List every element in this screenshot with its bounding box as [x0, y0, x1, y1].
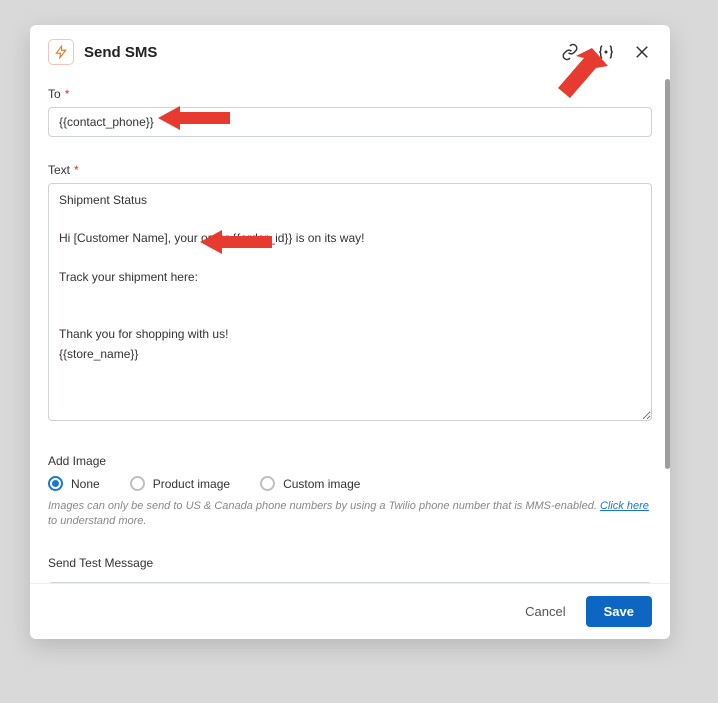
radio-product-image[interactable]: Product image — [130, 476, 230, 491]
required-marker: * — [74, 163, 79, 177]
text-label: Text * — [48, 163, 652, 177]
send-sms-modal: Send SMS To * Text * Add Image — [30, 25, 670, 639]
radio-custom-image[interactable]: Custom image — [260, 476, 360, 491]
test-message-input[interactable] — [48, 582, 652, 583]
radio-none-label: None — [71, 477, 100, 491]
required-marker: * — [65, 87, 70, 101]
radio-product-label: Product image — [153, 477, 230, 491]
radio-icon — [130, 476, 145, 491]
radio-none[interactable]: None — [48, 476, 100, 491]
click-here-link[interactable]: Click here — [600, 500, 649, 512]
to-input[interactable] — [48, 107, 652, 137]
close-icon[interactable] — [632, 42, 652, 62]
to-label: To * — [48, 87, 652, 101]
add-image-options: None Product image Custom image — [48, 476, 652, 491]
link-icon[interactable] — [560, 42, 580, 62]
radio-icon — [260, 476, 275, 491]
text-textarea[interactable] — [48, 183, 652, 421]
to-label-text: To — [48, 87, 61, 101]
modal-header: Send SMS — [30, 25, 670, 79]
header-actions — [560, 42, 652, 62]
help-suffix: to understand more. — [48, 515, 146, 527]
radio-custom-label: Custom image — [283, 477, 360, 491]
modal-body: To * Text * Add Image None Product image C… — [30, 79, 670, 583]
save-button[interactable]: Save — [586, 596, 652, 627]
help-prefix: Images can only be send to US & Canada p… — [48, 500, 600, 512]
send-test-label: Send Test Message — [48, 556, 652, 570]
modal-title: Send SMS — [84, 44, 550, 61]
cancel-button[interactable]: Cancel — [519, 596, 571, 627]
variables-icon[interactable] — [596, 42, 616, 62]
scrollbar[interactable] — [665, 79, 670, 469]
modal-footer: Cancel Save — [30, 583, 670, 639]
add-image-help: Images can only be send to US & Canada p… — [48, 499, 652, 530]
lightning-icon — [48, 39, 74, 65]
add-image-label: Add Image — [48, 454, 652, 468]
text-label-text: Text — [48, 163, 70, 177]
radio-icon — [48, 476, 63, 491]
